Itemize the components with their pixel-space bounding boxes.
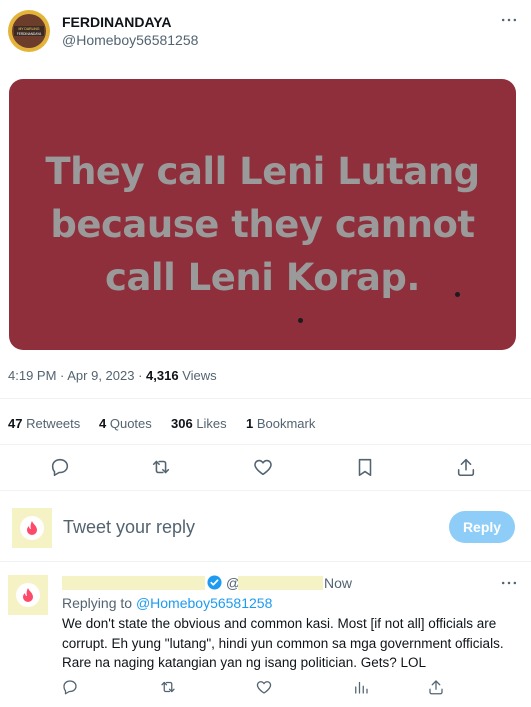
author-name[interactable]: FERDINANDAYA: [62, 14, 171, 30]
reply-button[interactable]: Reply: [449, 511, 515, 543]
views-label: Views: [178, 368, 217, 383]
media-line-2: because they cannot: [50, 203, 475, 246]
replying-to: Replying to @Homeboy56581258: [62, 595, 272, 611]
tweet-meta: 4:19 PM · Apr 9, 2023 · 4,316 Views: [8, 368, 217, 383]
flame-icon: [20, 516, 44, 540]
reply-share-icon[interactable]: [427, 678, 445, 696]
media-line-3: call Leni Korap.: [105, 256, 420, 299]
quotes-stat[interactable]: 4 Quotes: [99, 416, 152, 431]
author-handle[interactable]: @Homeboy56581258: [62, 32, 198, 48]
divider: [0, 490, 531, 491]
like-icon[interactable]: [252, 456, 274, 478]
divider: [0, 561, 531, 562]
reply-avatar[interactable]: [8, 575, 48, 615]
reply-input[interactable]: Tweet your reply: [63, 517, 195, 538]
reply-body: We don't state the obvious and common ka…: [62, 616, 504, 670]
retweet-icon[interactable]: [150, 456, 172, 478]
divider: [0, 398, 531, 399]
views-count: 4,316: [146, 368, 179, 383]
reply-time[interactable]: Now: [324, 575, 352, 591]
bookmarks-label: Bookmark: [253, 416, 316, 431]
retweets-count: 47: [8, 416, 23, 431]
reply-like-icon[interactable]: [255, 678, 273, 696]
redacted-handle: [238, 576, 323, 590]
replying-handle-link[interactable]: @Homeboy56581258: [136, 595, 272, 611]
replying-label: Replying to: [62, 595, 136, 611]
reply-views-icon[interactable]: [352, 678, 370, 696]
reply-reply-icon[interactable]: [61, 678, 79, 696]
likes-count: 306: [171, 416, 193, 431]
media-dot: [455, 292, 460, 297]
verified-icon: [207, 575, 222, 590]
divider: [0, 444, 531, 445]
avatar-text-1: MY DARLING: [18, 27, 39, 31]
flame-icon: [16, 583, 40, 607]
likes-label: Likes: [192, 416, 227, 431]
reply-more-icon[interactable]: [499, 573, 519, 593]
media-dot: [298, 318, 303, 323]
redacted-name: [62, 576, 205, 590]
tweet-media[interactable]: They call Leni Lutang because they canno…: [9, 79, 516, 350]
own-avatar[interactable]: [12, 508, 52, 548]
bookmark-icon[interactable]: [354, 456, 376, 478]
share-icon[interactable]: [455, 456, 477, 478]
quotes-label: Quotes: [106, 416, 152, 431]
avatar-text-2: FERDINANDAYA: [17, 32, 42, 36]
media-text: They call Leni Lutang because they canno…: [9, 145, 516, 304]
retweets-label: Retweets: [22, 416, 81, 431]
likes-stat[interactable]: 306 Likes: [171, 416, 227, 431]
tweet-time[interactable]: 4:19 PM · Apr 9, 2023 ·: [8, 368, 146, 383]
bookmarks-stat[interactable]: 1 Bookmark: [246, 416, 315, 431]
media-line-1: They call Leni Lutang: [45, 150, 480, 193]
retweets-stat[interactable]: 47 Retweets: [8, 416, 80, 431]
reply-icon[interactable]: [49, 456, 71, 478]
more-icon[interactable]: [499, 10, 519, 30]
reply-retweet-icon[interactable]: [159, 678, 177, 696]
author-avatar[interactable]: MY DARLING FERDINANDAYA: [8, 10, 50, 52]
